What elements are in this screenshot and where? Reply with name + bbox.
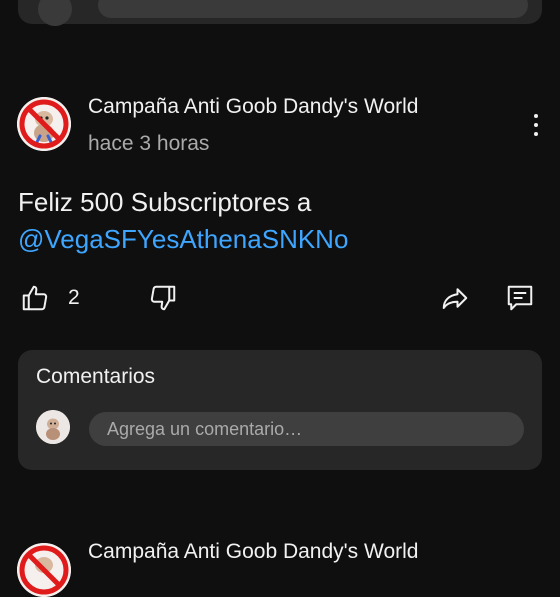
no-goob-sign-icon xyxy=(17,97,71,151)
channel-name[interactable]: Campaña Anti Goob Dandy's World xyxy=(88,95,418,119)
more-vert-icon-dot xyxy=(534,123,538,127)
channel-avatar[interactable] xyxy=(17,97,71,151)
user-avatar-image-icon xyxy=(36,410,70,444)
comment-icon xyxy=(507,285,533,311)
previous-comment-avatar xyxy=(38,0,72,26)
comments-button[interactable] xyxy=(505,283,535,313)
comments-card[interactable]: Comentarios xyxy=(18,350,542,470)
comments-title: Comentarios xyxy=(36,365,156,388)
more-vert-icon-dot xyxy=(534,132,538,136)
like-count: 2 xyxy=(68,286,80,309)
dislike-button[interactable] xyxy=(148,283,178,313)
more-vert-icon-dot xyxy=(534,114,538,118)
post-text-line: Feliz 500 Subscriptores a xyxy=(18,187,312,217)
more-options-button[interactable] xyxy=(524,108,548,142)
thumbs-up-icon xyxy=(22,285,48,311)
next-post-channel-name[interactable]: Campaña Anti Goob Dandy's World xyxy=(88,540,418,564)
post-timestamp: hace 3 horas xyxy=(88,132,210,155)
previous-comment-input[interactable] xyxy=(98,0,528,18)
share-button[interactable] xyxy=(440,283,470,313)
no-goob-sign-icon xyxy=(17,543,71,597)
post-text: Feliz 500 Subscriptores a @VegaSFYesAthe… xyxy=(18,184,348,258)
thumbs-down-icon xyxy=(150,285,176,311)
share-icon xyxy=(442,288,468,309)
mention-link[interactable]: @VegaSFYesAthenaSNKNo xyxy=(18,221,348,258)
previous-comments-card xyxy=(18,0,542,26)
comment-input[interactable] xyxy=(89,412,524,446)
like-button[interactable]: 2 xyxy=(20,283,80,313)
next-post-channel-avatar[interactable] xyxy=(17,543,71,597)
user-avatar xyxy=(36,410,70,444)
